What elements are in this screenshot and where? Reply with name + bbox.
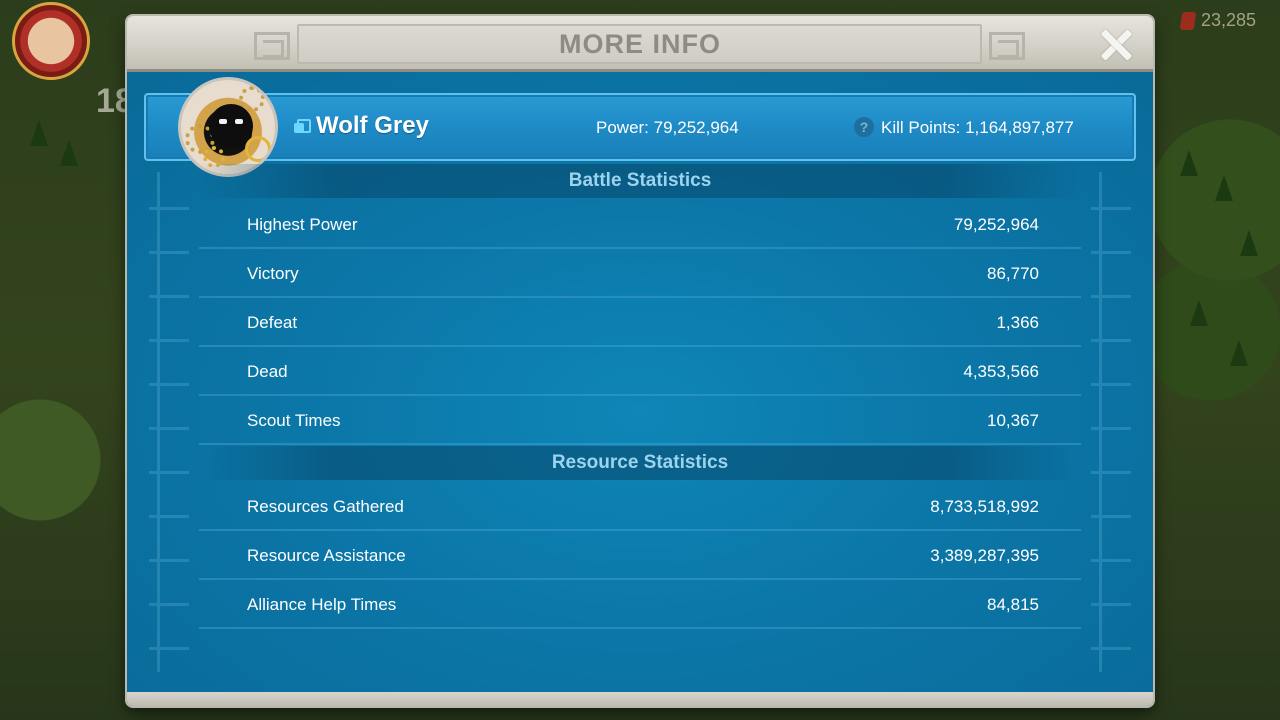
stat-row-defeat: Defeat 1,366 [199, 298, 1081, 347]
player-banner: Wolf Grey Power: 79,252,964 ? Kill Point… [144, 77, 1136, 177]
more-info-dialog: MORE INFO Wolf Grey Power: 79,252,964 ? … [127, 16, 1153, 706]
stat-row-victory: Victory 86,770 [199, 249, 1081, 298]
hud-player-avatar[interactable] [12, 2, 90, 80]
stat-row-dead: Dead 4,353,566 [199, 347, 1081, 396]
stat-row-scout-times: Scout Times 10,367 [199, 396, 1081, 445]
stat-label: Highest Power [247, 215, 358, 234]
gem-icon [1179, 11, 1197, 30]
hud-gems[interactable]: 23,285 [1179, 10, 1256, 31]
copy-icon[interactable] [294, 119, 311, 133]
dialog-footer [127, 692, 1153, 706]
stat-value: 10,367 [987, 411, 1039, 430]
stat-value: 4,353,566 [963, 362, 1039, 381]
battle-statistics-header: Battle Statistics [199, 164, 1081, 198]
dialog-title: MORE INFO [559, 29, 721, 59]
side-pattern-left [149, 172, 189, 672]
stat-value: 79,252,964 [953, 215, 1039, 234]
player-kill-points: Kill Points: 1,164,897,877 [881, 118, 1074, 137]
stat-label: Resources Gathered [247, 497, 404, 516]
player-name: Wolf Grey [316, 112, 429, 139]
stat-row-highest-power: Highest Power 79,252,964 [199, 200, 1081, 249]
stat-value: 3,389,287,395 [930, 546, 1039, 565]
avatar-face [209, 104, 253, 148]
stat-label: Scout Times [247, 411, 341, 430]
stat-label: Resource Assistance [247, 546, 406, 565]
stat-label: Defeat [247, 313, 298, 332]
armillary-icon [245, 136, 271, 162]
stat-label: Victory [247, 264, 299, 283]
stat-value: 84,815 [987, 595, 1039, 614]
stat-value: 86,770 [987, 264, 1039, 283]
hud-gems-count: 23,285 [1200, 10, 1256, 30]
stat-value: 1,366 [996, 313, 1039, 332]
stat-value: 8,733,518,992 [930, 497, 1039, 516]
stat-label: Dead [247, 362, 288, 381]
dialog-header: MORE INFO [127, 16, 1153, 72]
stat-label: Alliance Help Times [247, 595, 397, 614]
resource-statistics-header: Resource Statistics [199, 446, 1081, 480]
stat-row-resource-assistance: Resource Assistance 3,389,287,395 [199, 531, 1081, 580]
close-icon[interactable] [1097, 26, 1135, 64]
side-pattern-right [1091, 172, 1131, 672]
stat-row-resources-gathered: Resources Gathered 8,733,518,992 [199, 482, 1081, 531]
help-icon[interactable]: ? [854, 117, 874, 137]
player-power: Power: 79,252,964 [596, 118, 739, 137]
player-avatar[interactable] [178, 77, 278, 177]
stat-row-alliance-help-times: Alliance Help Times 84,815 [199, 580, 1081, 629]
